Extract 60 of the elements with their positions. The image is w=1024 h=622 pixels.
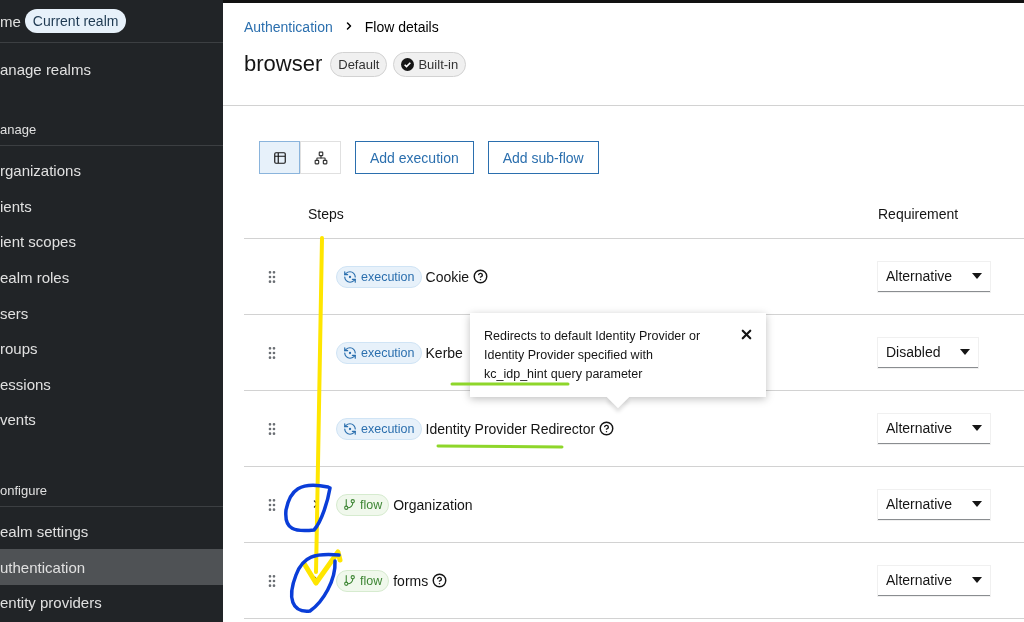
requirement-select[interactable]: Alternative (878, 565, 991, 596)
check-circle-icon (401, 57, 415, 71)
section-title: onfigure (0, 482, 47, 498)
step-type-label: execution (336, 341, 422, 364)
nav-item[interactable]: sers (0, 295, 223, 331)
nav-item[interactable]: uthentication (0, 549, 223, 585)
add-button[interactable]: Add execution (355, 141, 474, 174)
help-icon[interactable] (473, 269, 489, 284)
flow-label: Built-in (393, 51, 467, 77)
requirement-select[interactable]: Alternative (878, 489, 991, 520)
step-type-label: execution (336, 265, 422, 288)
branch-icon (343, 574, 356, 587)
step-name: Organization (393, 496, 473, 513)
nav-item[interactable]: entity providers (0, 584, 223, 621)
popover-text: Redirects to default Identity Provider or Identity Provider specified with kc_idp_hint query parameter (484, 328, 702, 383)
refresh-icon (343, 421, 357, 436)
nav-item[interactable]: essions (0, 366, 223, 403)
close-icon (739, 327, 754, 342)
nav-item[interactable]: ient scopes (0, 224, 223, 260)
step-name: Kerbe (425, 344, 463, 361)
branch-icon (343, 498, 356, 511)
nav-item[interactable]: roups (0, 330, 223, 367)
section-title: anage (0, 122, 37, 137)
nav-item[interactable]: vents (0, 402, 223, 438)
nav-item[interactable]: ealm settings (0, 513, 223, 550)
flow-label: Default (330, 51, 388, 77)
column-header: Steps (308, 206, 345, 222)
help-icon[interactable] (599, 421, 615, 436)
nav-item[interactable]: ealm roles (0, 259, 223, 296)
add-button[interactable]: Add sub-flow (487, 141, 599, 174)
view-toggle-button[interactable] (259, 141, 300, 174)
step-type-label: flow (336, 493, 390, 516)
table-icon (272, 150, 287, 165)
refresh-icon (343, 269, 357, 284)
caret-icon (960, 349, 971, 355)
nav-item[interactable]: ients (0, 188, 223, 225)
nav-item[interactable]: rganizations (0, 153, 223, 189)
page-title: browser (244, 51, 323, 77)
current-realm-label: Current realm (24, 9, 127, 33)
caret-icon (972, 273, 983, 279)
column-header: Requirement (878, 206, 960, 222)
requirement-select[interactable]: Disabled (878, 337, 979, 368)
step-name: forms (393, 572, 429, 589)
refresh-icon (343, 345, 357, 360)
realm-name[interactable]: me (0, 12, 21, 30)
breadcrumb-link[interactable]: Authentication (244, 19, 333, 35)
step-name: Cookie (425, 268, 470, 285)
step-type-label: flow (336, 569, 390, 592)
requirement-select[interactable]: Alternative (878, 261, 991, 292)
caret-icon (972, 425, 983, 431)
step-type-label: execution (336, 417, 422, 440)
step-name: Identity Provider Redirector (425, 420, 596, 437)
help-icon[interactable] (432, 573, 448, 588)
caret-icon (972, 501, 983, 507)
requirement-select[interactable]: Alternative (878, 413, 991, 444)
manage-realms-link[interactable]: anage realms (0, 60, 91, 78)
caret-icon (972, 577, 983, 583)
diagram-icon (313, 150, 328, 165)
breadcrumb-current: Flow details (364, 19, 439, 35)
close-button[interactable] (739, 327, 754, 342)
